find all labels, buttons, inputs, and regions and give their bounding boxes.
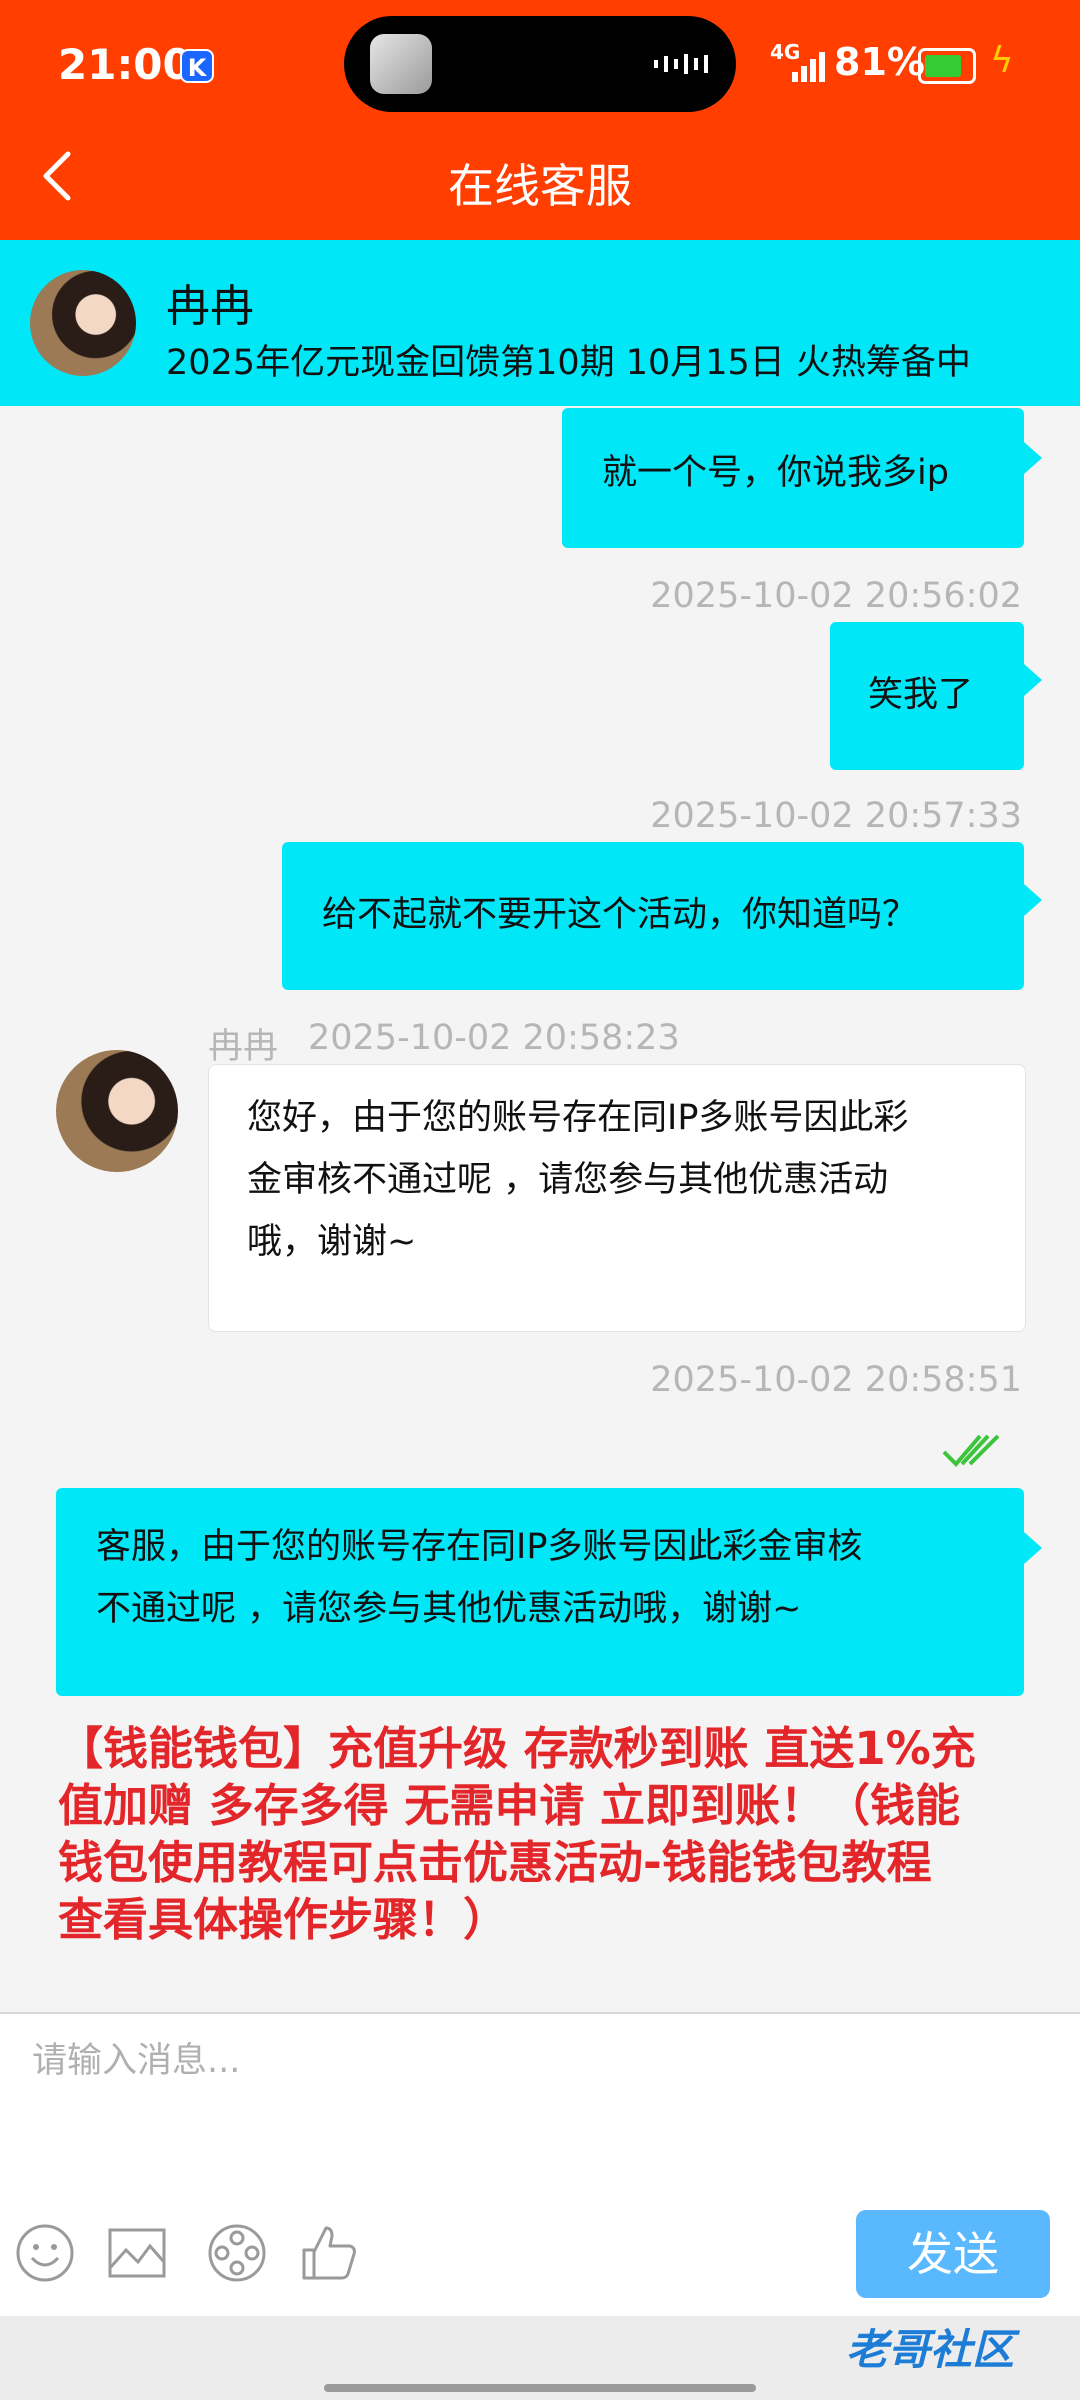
image-icon[interactable] [106, 2222, 168, 2284]
charging-bolt-icon: ϟ [990, 40, 1014, 81]
battery-icon [918, 48, 976, 84]
outgoing-message[interactable]: 就一个号，你说我多ip [562, 408, 1024, 548]
film-reel-icon[interactable] [206, 2222, 268, 2284]
agent-name: 冉冉 [166, 281, 254, 332]
page-title: 在线客服 [448, 159, 632, 213]
message-text-line: 哦，谢谢~ [247, 1222, 417, 1262]
home-indicator[interactable] [324, 2384, 756, 2392]
thumbs-up-icon[interactable] [298, 2222, 360, 2284]
outgoing-message[interactable]: 客服，由于您的账号存在同IP多账号因此彩金审核 不通过呢 ，请您参与其他优惠活动… [56, 1488, 1024, 1696]
message-input[interactable] [30, 2030, 814, 2092]
media-thumbnail [370, 34, 432, 94]
audio-wave-icon [654, 54, 708, 74]
agent-notice: 2025年亿元现金回馈第10期 10月15日 火热筹备中 [166, 343, 971, 383]
emoji-icon[interactable] [14, 2222, 76, 2284]
status-time: 21:00 [58, 40, 192, 89]
message-timestamp: 2025-10-02 20:58:51 [650, 1360, 1022, 1400]
read-receipt-icon [942, 1434, 1000, 1467]
message-text-line: 您好，由于您的账号存在同IP多账号因此彩 [247, 1098, 909, 1138]
outgoing-message[interactable]: 笑我了 [830, 622, 1024, 770]
battery-level [925, 55, 961, 77]
bubble-tail [1024, 1532, 1042, 1564]
promo-notice: 【钱能钱包】充值升级 存款秒到账 直送1%充 值加赠 多存多得 无需申请 立即到… [58, 1720, 1028, 1948]
message-text-line: 客服，由于您的账号存在同IP多账号因此彩金审核 [96, 1527, 863, 1567]
outgoing-message[interactable]: 给不起就不要开这个活动，你知道吗？ [282, 842, 1024, 990]
message-text-line: 金审核不通过呢 ，请您参与其他优惠活动 [247, 1160, 889, 1200]
sender-name: 冉冉 [208, 1027, 279, 1067]
message-timestamp: 2025-10-02 20:56:02 [650, 576, 1022, 616]
message-timestamp: 2025-10-02 20:58:23 [308, 1018, 680, 1058]
promo-line: 【钱能钱包】充值升级 存款秒到账 直送1%充 [58, 1722, 976, 1775]
agent-avatar[interactable] [30, 270, 136, 376]
message-text: 笑我了 [868, 675, 974, 715]
message-text: 就一个号，你说我多ip [602, 453, 949, 493]
agent-avatar[interactable] [56, 1050, 178, 1172]
notification-app-icon: K [180, 49, 214, 83]
battery-percent: 81% [834, 40, 925, 84]
promo-line: 值加赠 多存多得 无需申请 立即到账！（钱能 [58, 1779, 961, 1832]
message-timestamp: 2025-10-02 20:57:33 [650, 796, 1022, 836]
message-text: 给不起就不要开这个活动，你知道吗？ [322, 895, 918, 935]
bubble-tail [1024, 664, 1042, 696]
signal-icon [792, 52, 825, 82]
promo-line: 查看具体操作步骤！） [58, 1893, 509, 1946]
incoming-message[interactable]: 您好，由于您的账号存在同IP多账号因此彩 金审核不通过呢 ，请您参与其他优惠活动… [208, 1064, 1026, 1332]
bubble-tail [1024, 442, 1042, 474]
send-button[interactable]: 发送 [856, 2210, 1050, 2298]
message-text-line: 不通过呢 ，请您参与其他优惠活动哦，谢谢~ [96, 1589, 802, 1629]
bubble-tail [1024, 884, 1042, 916]
promo-line: 钱包使用教程可点击优惠活动-钱能钱包教程 [58, 1836, 932, 1889]
watermark-logo: 老哥社区 [846, 2325, 1015, 2374]
